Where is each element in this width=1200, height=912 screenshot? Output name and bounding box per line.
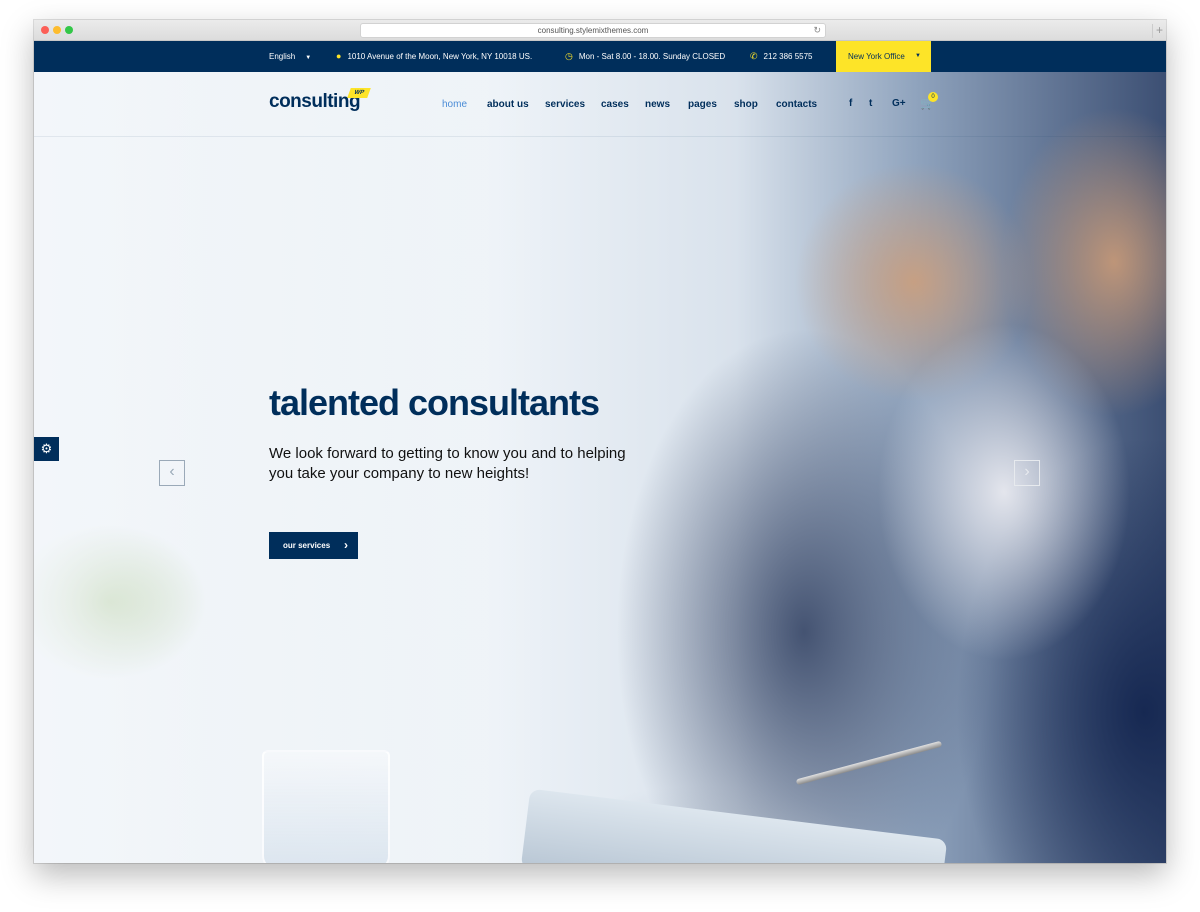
tablet-image xyxy=(520,788,948,863)
address-info: ● 1010 Avenue of the Moon, New York, NY 1… xyxy=(336,41,532,72)
settings-panel-toggle[interactable]: ⚙ xyxy=(34,437,59,461)
slider-next-button[interactable]: › xyxy=(1014,460,1040,486)
clock-icon: ◷ xyxy=(565,51,573,61)
address-text: 1010 Avenue of the Moon, New York, NY 10… xyxy=(347,52,533,61)
zoom-window-button[interactable] xyxy=(65,26,73,34)
new-tab-button[interactable]: + xyxy=(1152,24,1166,38)
twitter-icon[interactable]: t xyxy=(869,98,872,109)
hours-text: Mon - Sat 8.00 - 18.00. Sunday CLOSED xyxy=(578,52,726,61)
logo-text: consulting xyxy=(269,91,361,112)
gear-icon: ⚙ xyxy=(40,441,53,456)
google-plus-icon[interactable]: G+ xyxy=(892,98,906,109)
chevron-right-icon: › xyxy=(1024,463,1030,480)
address-bar[interactable]: consulting.stylemixthemes.com ↻ xyxy=(360,23,826,38)
nav-services[interactable]: services xyxy=(545,72,585,137)
water-glass-image xyxy=(262,750,390,863)
nav-shop[interactable]: shop xyxy=(734,72,758,137)
browser-window: consulting.stylemixthemes.com ↻ + Englis… xyxy=(34,20,1166,863)
language-label: English xyxy=(269,52,296,61)
browser-toolbar: consulting.stylemixthemes.com ↻ + xyxy=(34,20,1166,41)
our-services-button[interactable]: our services › xyxy=(269,532,358,559)
hero-description: We look forward to getting to know you a… xyxy=(269,445,626,482)
phone-info: ✆ 212 386 5575 xyxy=(750,41,812,72)
language-selector[interactable]: English ▼ xyxy=(269,41,311,72)
nav-news[interactable]: news xyxy=(645,72,670,137)
pen-image xyxy=(795,740,943,786)
nav-pages[interactable]: pages xyxy=(688,72,717,137)
close-window-button[interactable] xyxy=(41,26,49,34)
minimize-window-button[interactable] xyxy=(53,26,61,34)
logo-badge: WP xyxy=(347,88,371,98)
cta-label: our services xyxy=(283,541,331,550)
chevron-left-icon: ‹ xyxy=(169,463,175,480)
nav-home[interactable]: home xyxy=(442,72,467,137)
site-header: consulting WP home about us services cas… xyxy=(34,72,1166,137)
slider-prev-button[interactable]: ‹ xyxy=(159,460,185,486)
chevron-right-icon: › xyxy=(344,538,348,552)
office-label: New York Office xyxy=(848,52,905,61)
reload-icon[interactable]: ↻ xyxy=(813,24,821,37)
hours-info: ◷ Mon - Sat 8.00 - 18.00. Sunday CLOSED xyxy=(565,41,725,72)
nav-about-us[interactable]: about us xyxy=(487,72,529,137)
site-logo[interactable]: consulting WP xyxy=(269,88,371,113)
map-pin-icon: ● xyxy=(336,51,342,61)
top-info-bar: English ▼ ● 1010 Avenue of the Moon, New Y… xyxy=(34,41,1166,72)
chevron-down-icon: ▼ xyxy=(305,55,312,61)
cart-count-badge: 0 xyxy=(928,92,938,102)
facebook-icon[interactable]: f xyxy=(849,98,852,109)
nav-contacts[interactable]: contacts xyxy=(776,72,817,137)
hero-title: talented consultants xyxy=(269,382,600,423)
nav-cases[interactable]: cases xyxy=(601,72,629,137)
url-text: consulting.stylemixthemes.com xyxy=(537,26,649,35)
phone-text: 212 386 5575 xyxy=(763,52,813,61)
office-selector[interactable]: New York Office ▼ xyxy=(836,41,931,72)
phone-icon: ✆ xyxy=(750,51,758,61)
chevron-down-icon: ▼ xyxy=(915,53,921,59)
hero-slider: consulting WP home about us services cas… xyxy=(34,72,1166,863)
